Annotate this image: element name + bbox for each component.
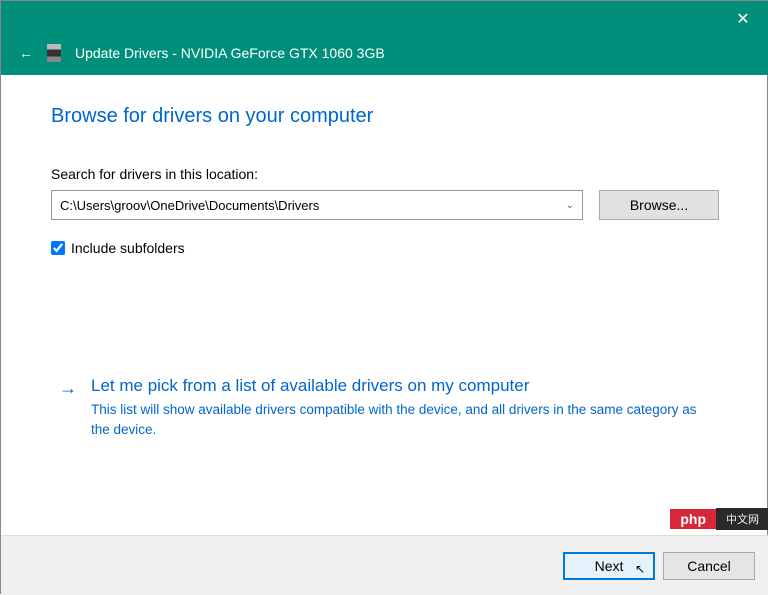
next-label: Next bbox=[595, 558, 624, 574]
cancel-button[interactable]: Cancel bbox=[663, 552, 755, 580]
chevron-down-icon: ⌄ bbox=[566, 200, 574, 211]
content-area: Browse for drivers on your computer Sear… bbox=[1, 75, 768, 535]
footer: Next ↖ Cancel bbox=[1, 535, 768, 595]
arrow-right-icon: → bbox=[59, 378, 77, 399]
watermark-right: 中文网 bbox=[716, 508, 768, 530]
include-subfolders-label: Include subfolders bbox=[71, 240, 185, 256]
browse-button[interactable]: Browse... bbox=[599, 190, 719, 220]
header-title: Update Drivers - NVIDIA GeForce GTX 1060… bbox=[75, 45, 385, 61]
pick-text: Let me pick from a list of available dri… bbox=[91, 376, 711, 439]
pick-description: This list will show available drivers co… bbox=[91, 400, 711, 439]
path-combobox[interactable]: C:\Users\groov\OneDrive\Documents\Driver… bbox=[51, 190, 583, 220]
include-subfolders-checkbox[interactable] bbox=[51, 241, 65, 255]
next-button[interactable]: Next ↖ bbox=[563, 552, 655, 580]
include-subfolders-row[interactable]: Include subfolders bbox=[51, 240, 719, 256]
pick-title: Let me pick from a list of available dri… bbox=[91, 376, 711, 396]
titlebar: ✕ bbox=[1, 1, 768, 37]
watermark: php 中文网 bbox=[670, 508, 768, 530]
search-row: C:\Users\groov\OneDrive\Documents\Driver… bbox=[51, 190, 719, 220]
header: ← Update Drivers - NVIDIA GeForce GTX 10… bbox=[1, 37, 768, 75]
close-icon: ✕ bbox=[736, 9, 749, 29]
cursor-icon: ↖ bbox=[635, 562, 645, 576]
back-button[interactable]: ← bbox=[19, 45, 33, 61]
close-button[interactable]: ✕ bbox=[725, 1, 761, 37]
pick-from-list-option[interactable]: → Let me pick from a list of available d… bbox=[51, 376, 719, 439]
page-title: Browse for drivers on your computer bbox=[51, 105, 719, 128]
path-value: C:\Users\groov\OneDrive\Documents\Driver… bbox=[60, 198, 319, 213]
search-location-label: Search for drivers in this location: bbox=[51, 166, 719, 182]
device-icon bbox=[47, 44, 61, 62]
watermark-left: php bbox=[670, 509, 716, 529]
